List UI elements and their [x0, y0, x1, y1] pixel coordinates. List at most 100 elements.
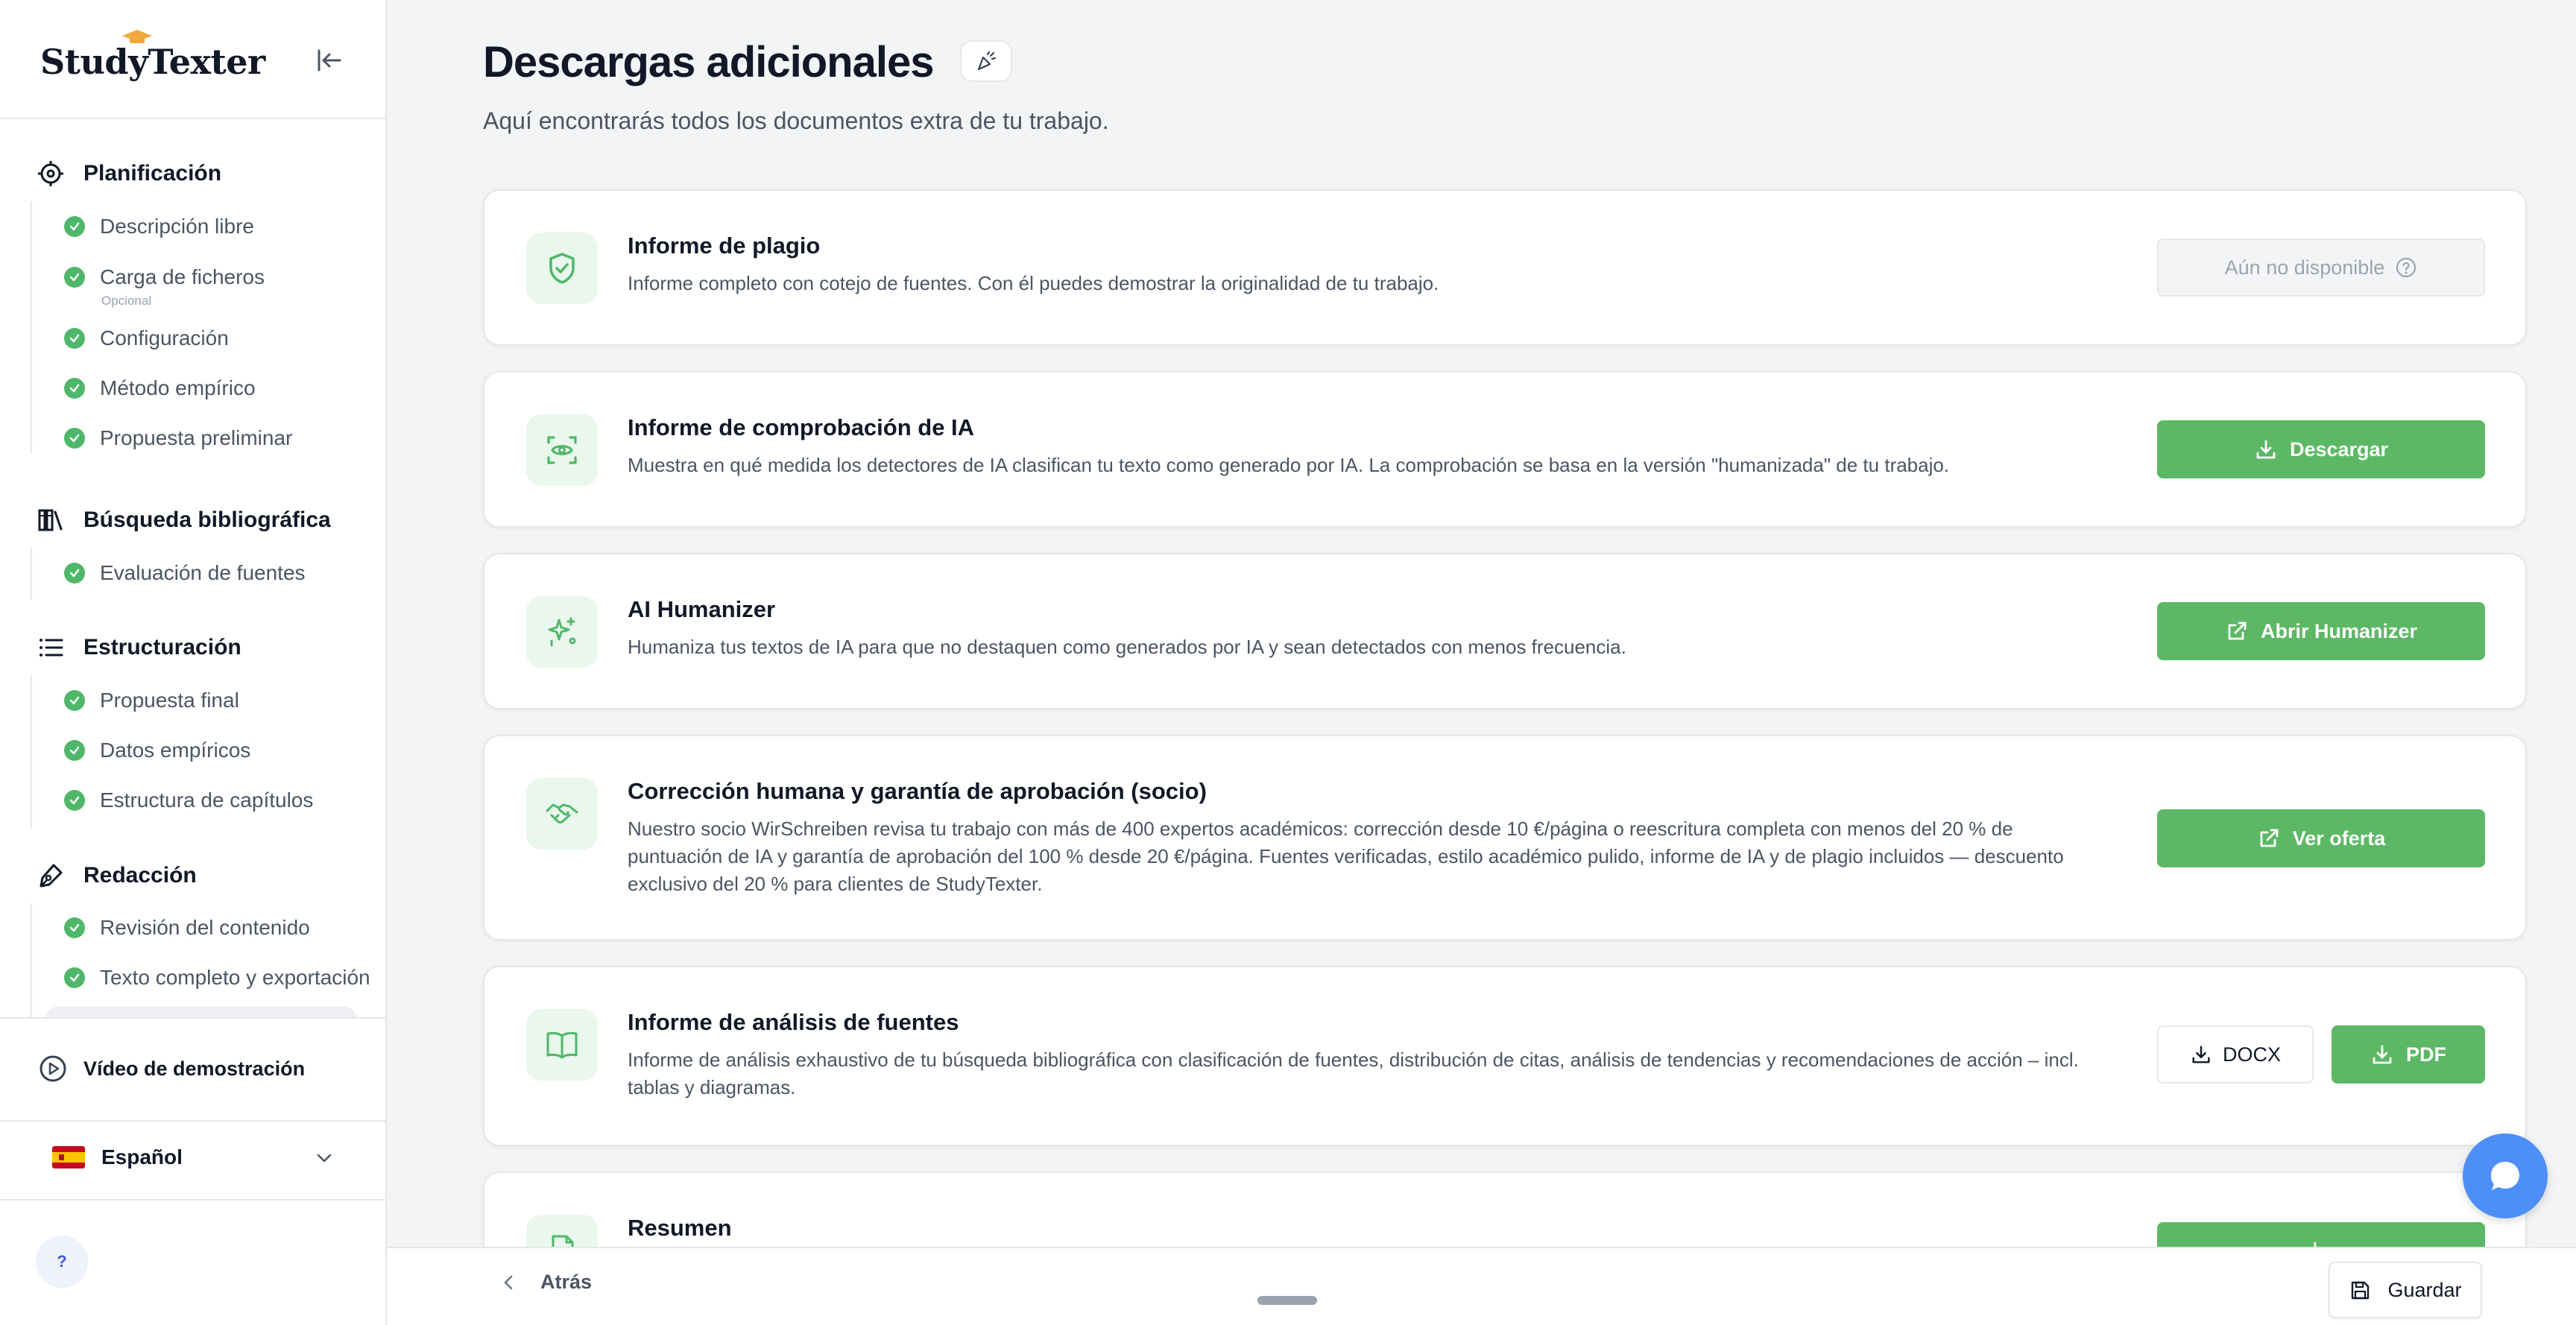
sidebar-item-label: Evaluación de fuentes	[100, 561, 306, 584]
check-circle-icon	[64, 690, 85, 711]
nav-line	[31, 903, 32, 1017]
sidebar-item-propuesta-final[interactable]: Propuesta final	[64, 689, 239, 712]
demo-video-label: Vídeo de demostración	[83, 1057, 306, 1080]
nav-line	[31, 201, 32, 453]
view-offer-button[interactable]: Ver oferta	[2157, 809, 2485, 867]
card-plagiarism-report: Informe de plagio Informe completo con c…	[483, 189, 2527, 346]
card-description: Muestra en qué medida los detectores de …	[628, 454, 1950, 476]
card-ai-humanizer: AI Humanizer Humaniza tus textos de IA p…	[483, 553, 2527, 709]
sidebar-item-evaluacion-de-fuentes[interactable]: Evaluación de fuentes	[64, 561, 306, 585]
sidebar-item-label: Texto completo y exportación	[100, 966, 370, 989]
bottom-bar: Atrás Guardar	[387, 1247, 2576, 1325]
section-title-text: Estructuración	[83, 635, 242, 660]
save-button[interactable]: Guardar	[2329, 1262, 2482, 1318]
chat-button[interactable]	[2463, 1133, 2548, 1218]
card-description: Informe completo con cotejo de fuentes. …	[628, 272, 1439, 294]
help-circle-icon[interactable]	[2395, 256, 2417, 279]
sidebar-item-label: Datos empíricos	[100, 739, 251, 762]
open-humanizer-label: Abrir Humanizer	[2260, 619, 2418, 642]
view-offer-label: Ver oferta	[2292, 826, 2386, 850]
sidebar-nav: Planificación Descripción libre Carga de…	[0, 119, 387, 1017]
sidebar-item-label: Carga de ficheros	[100, 265, 265, 288]
sidebar-item-carga-de-ficheros[interactable]: Carga de ficheros Opcional	[64, 265, 265, 308]
card-description: Nuestro socio WirSchreiben revisa tu tra…	[628, 818, 2064, 895]
card-title: Informe de análisis de fuentes	[628, 1009, 959, 1035]
section-estructuracion[interactable]: Estructuración	[37, 629, 242, 666]
sidebar-item-label: Descripción libre	[100, 215, 254, 238]
check-circle-icon	[64, 967, 85, 988]
sidebar-item-metodo-empirico[interactable]: Método empírico	[64, 376, 256, 400]
logo[interactable]: StudyTexter	[40, 30, 265, 82]
sidebar-item-descripcion-libre[interactable]: Descripción libre	[64, 215, 254, 238]
sidebar-item-label: Estructura de capítulos	[100, 788, 314, 812]
active-item-highlight	[45, 1006, 358, 1017]
check-circle-icon	[64, 790, 85, 811]
check-circle-icon	[64, 216, 85, 237]
page-title: Descargas adicionales	[483, 38, 934, 86]
demo-row: Vídeo de demostración	[0, 1017, 387, 1122]
page-subtitle: Aquí encontrarás todos los documentos ex…	[483, 107, 1109, 134]
sparkles-icon	[548, 617, 576, 647]
download-pdf-button[interactable]: PDF	[2332, 1025, 2485, 1084]
save-icon	[2352, 1281, 2370, 1300]
download-button[interactable]: Descargar	[2157, 420, 2485, 478]
section-redaccion[interactable]: Redacción	[37, 857, 197, 894]
language-select[interactable]: Español	[52, 1136, 335, 1178]
sidebar-item-sublabel: Opcional	[101, 294, 152, 308]
card-icon-box	[526, 233, 598, 304]
back-label: Atrás	[540, 1271, 593, 1293]
scan-eye-icon	[547, 436, 577, 464]
chat-bubble-icon	[2491, 1162, 2519, 1190]
sidebar-item-estructura-de-capitulos[interactable]: Estructura de capítulos	[64, 788, 313, 812]
card-title: Informe de plagio	[628, 233, 821, 259]
sidebar-item-texto-completo[interactable]: Texto completo y exportación	[64, 966, 370, 990]
sidebar-item-label: Propuesta final	[100, 689, 239, 712]
docx-label: DOCX	[2222, 1043, 2281, 1066]
graduation-cap-icon	[122, 30, 152, 43]
handshake-icon	[546, 803, 578, 823]
spain-flag-icon	[52, 1146, 85, 1169]
card-title: Resumen	[628, 1215, 732, 1241]
section-title-text: Planificación	[83, 161, 222, 186]
download-label: Descargar	[2289, 437, 2389, 461]
collapse-sidebar-button[interactable]	[313, 45, 344, 76]
demo-video-button[interactable]: Vídeo de demostración	[39, 1054, 305, 1083]
sidebar-item-datos-empiricos[interactable]: Datos empíricos	[64, 739, 250, 762]
section-busqueda-bibliografica[interactable]: Búsqueda bibliográfica	[37, 502, 331, 539]
external-link-icon	[2228, 622, 2247, 640]
card-ai-check-report: Informe de comprobación de IA Muestra en…	[483, 371, 2527, 528]
help-button[interactable]: ?	[36, 1236, 88, 1288]
card-icon-box	[526, 778, 598, 850]
download-icon	[2373, 1045, 2392, 1064]
language-label: Español	[101, 1145, 183, 1169]
nav-line	[31, 675, 32, 828]
drag-handle[interactable]	[1257, 1296, 1317, 1305]
library-icon	[38, 509, 63, 531]
sidebar-item-propuesta-preliminar[interactable]: Propuesta preliminar	[64, 426, 292, 450]
sidebar: StudyTexter Planificación Descripción li…	[0, 0, 387, 1325]
nav-line	[31, 548, 32, 600]
download-icon	[2192, 1046, 2210, 1063]
chevron-down-icon	[317, 1154, 332, 1163]
section-planificacion[interactable]: Planificación	[37, 155, 221, 192]
celebrate-badge[interactable]	[960, 40, 1012, 82]
chevron-left-icon	[504, 1275, 513, 1289]
card-icon-box	[526, 414, 598, 486]
save-label: Guardar	[2387, 1278, 2462, 1301]
sidebar-item-label: Revisión del contenido	[100, 916, 310, 939]
open-humanizer-button[interactable]: Abrir Humanizer	[2157, 602, 2485, 660]
download-docx-button[interactable]: DOCX	[2157, 1025, 2314, 1084]
logo-row: StudyTexter	[0, 0, 387, 119]
language-row: Español	[0, 1122, 387, 1201]
not-available-label: Aún no disponible	[2224, 256, 2385, 279]
sidebar-item-configuracion[interactable]: Configuración	[64, 326, 229, 350]
sidebar-item-label: Configuración	[100, 326, 229, 350]
check-circle-icon	[64, 378, 85, 399]
external-link-icon	[2260, 829, 2279, 847]
card-title: Informe de comprobación de IA	[628, 414, 975, 440]
back-button[interactable]: Atrás	[499, 1271, 592, 1294]
card-title: Corrección humana y garantía de aprobaci…	[628, 778, 1207, 804]
check-circle-icon	[64, 328, 85, 349]
sidebar-item-revision-del-contenido[interactable]: Revisión del contenido	[64, 916, 310, 940]
card-icon-box	[526, 596, 598, 668]
